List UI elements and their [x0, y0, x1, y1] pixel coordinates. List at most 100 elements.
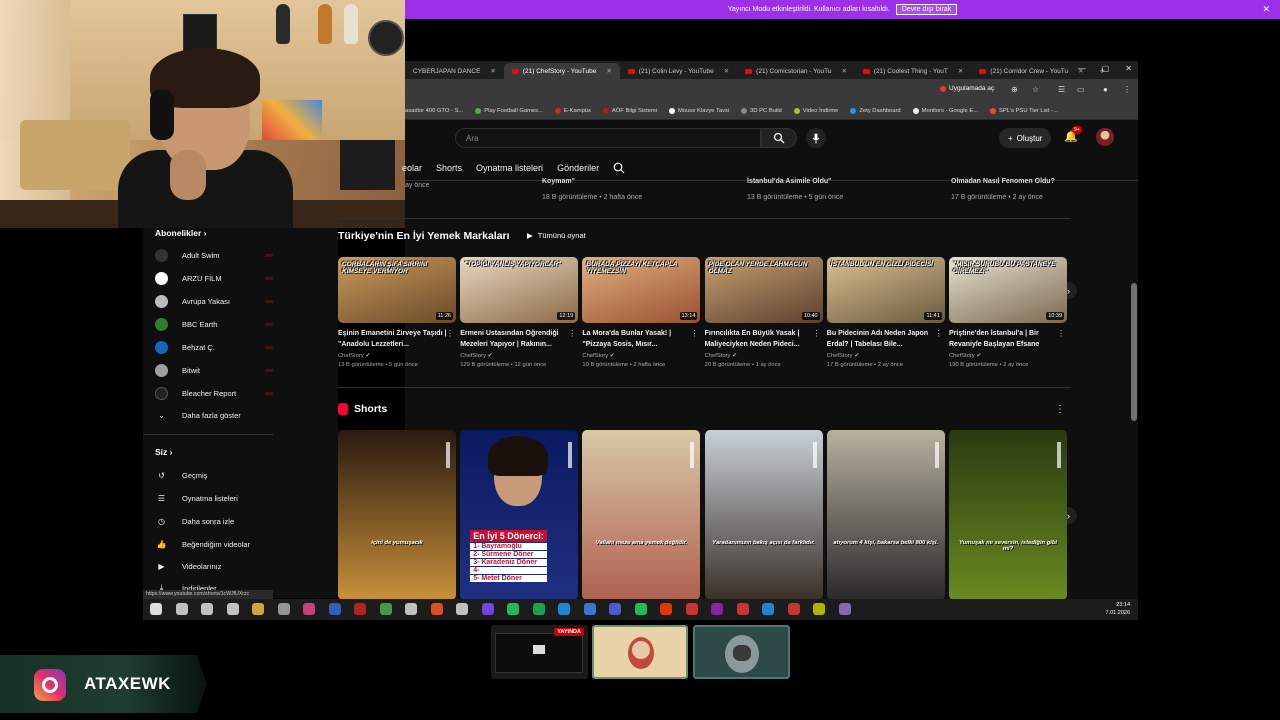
file-explorer-icon[interactable]: [226, 603, 239, 615]
sidebar-item-adult-swim[interactable]: Adult Swim: [155, 246, 275, 264]
short-card[interactable]: En İyi 5 Dönerci: 1- Bayramoğlu 2- Sürmene…: [460, 430, 579, 600]
video-thumbnail[interactable]: "TOPIĞI YANLIŞ YAPIYORLAR" 12:19: [460, 257, 579, 323]
channel-search-icon[interactable]: [613, 162, 625, 174]
spotify-icon[interactable]: [532, 603, 545, 615]
tab-videos[interactable]: eolar: [402, 163, 422, 173]
video-thumbnail[interactable]: PİDE OLAN YERDE LAHMACUN OLMAZ 10:40: [704, 257, 823, 323]
app-icon[interactable]: [558, 603, 570, 615]
sidebar-item-history[interactable]: ↺ Geçmiş: [155, 466, 275, 484]
sidebar-item-your-videos[interactable]: ▶ Videolarınız: [155, 557, 275, 575]
sidebar-item-arzu-film[interactable]: ARZU FİLM: [155, 269, 275, 287]
more-options-icon[interactable]: ⋮: [935, 329, 943, 338]
maximize-icon[interactable]: ▢: [1102, 64, 1110, 73]
disable-streamer-mode-button[interactable]: Devre dışı bırak: [895, 4, 958, 15]
video-title[interactable]: Ermeni Ustasından Öğrendiği Mezeleri Yap…: [460, 329, 570, 351]
task-view-icon[interactable]: [201, 603, 213, 615]
folder-icon[interactable]: [252, 603, 264, 615]
video-thumbnail[interactable]: İSTANBUL'UN EN GİZLİ PİDECİSİ 11:41: [826, 257, 945, 323]
video-card[interactable]: "MISIR ŞURUBU BU PASTANEYE GİREMEZ!" 10:3…: [949, 257, 1067, 368]
short-card[interactable]: içini de yumuşacık: [338, 430, 456, 600]
bookmark-star-icon[interactable]: ☆: [1032, 85, 1039, 94]
bookmark-item[interactable]: Video İndirme: [793, 108, 838, 114]
show-more-button[interactable]: ⌄ Daha fazla göster: [155, 406, 275, 424]
voice-search-button[interactable]: [806, 128, 826, 148]
video-title[interactable]: Bu Pidecinin Adı Neden Japon Erdal? | Ta…: [827, 329, 937, 351]
short-card[interactable]: Yumuşak mı seversin, istediğin gibi mi?: [949, 430, 1067, 600]
sidebar-icon[interactable]: ▭: [1077, 85, 1085, 94]
app-icon[interactable]: [456, 603, 468, 615]
sidebar-item-bbc-earth[interactable]: BBC Earth: [155, 315, 275, 333]
video-thumbnail[interactable]: ÇORBALARIN ŞİFA SIRRINI KİMSEYE VERMİYOR…: [338, 257, 456, 323]
video-card[interactable]: ÇORBALARIN ŞİFA SIRRINI KİMSEYE VERMİYOR…: [338, 257, 456, 368]
whatsapp-icon[interactable]: [507, 603, 519, 615]
video-thumbnail[interactable]: "MISIR ŞURUBU BU PASTANEYE GİREMEZ!" 10:3…: [949, 257, 1067, 323]
sidebar-item-playlists[interactable]: ☰ Oynatma listeleri: [155, 489, 275, 507]
app-icon[interactable]: [736, 603, 749, 615]
more-options-icon[interactable]: ⋮: [1055, 404, 1065, 415]
discord-icon[interactable]: [609, 603, 621, 615]
video-card[interactable]: İSTANBUL'UN EN GİZLİ PİDECİSİ 11:41 Bu Pid…: [826, 257, 945, 368]
brave-icon[interactable]: [660, 603, 672, 615]
channel-name[interactable]: ChefStory ✔: [705, 353, 823, 359]
app-icon[interactable]: [430, 603, 443, 615]
short-card[interactable]: Vallahi meze ama yemek değildir.: [582, 430, 701, 600]
app-icon[interactable]: [685, 603, 698, 615]
app-icon[interactable]: [711, 603, 723, 615]
channel-name[interactable]: ChefStory ✔: [827, 353, 945, 359]
tab-colin-levy[interactable]: (21) Colin Levy - YouTube ✕: [620, 63, 737, 79]
video-card[interactable]: BURADA PİZZAYI KETÇAPLA YİYEMEZSİN 13:14 L…: [582, 257, 701, 368]
taskbar-clock[interactable]: 23:14 7.01.2026: [1106, 601, 1130, 618]
sidebar-item-avrupa-yakasi[interactable]: Avrupa Yakası: [155, 292, 275, 310]
sidebar-item-watch-later[interactable]: ◷ Daha sonra izle: [155, 512, 275, 530]
sidebar-item-behzat[interactable]: Behzat Ç.: [155, 338, 275, 356]
close-tab-icon[interactable]: ✕: [606, 67, 611, 75]
bookmark-item[interactable]: asadior 400 GTO - S...: [405, 108, 463, 114]
windows-start-icon[interactable]: [150, 603, 162, 615]
settings-icon[interactable]: [277, 603, 290, 615]
more-options-icon[interactable]: ⋮: [568, 329, 576, 338]
short-card[interactable]: Yaradanımızın bakış açısı da farklıdır.: [704, 430, 823, 600]
notifications-button[interactable]: 🔔 9+: [1064, 126, 1082, 143]
profile-icon[interactable]: ●: [1103, 85, 1108, 94]
close-tab-icon[interactable]: ✕: [490, 67, 495, 75]
bookmark-item[interactable]: SPL's PSU Tier List -...: [990, 108, 1058, 114]
avatar[interactable]: [1096, 128, 1114, 146]
tab-posts[interactable]: Gönderiler: [557, 163, 599, 173]
video-card[interactable]: PİDE OLAN YERDE LAHMACUN OLMAZ 10:40 Fırın…: [704, 257, 823, 368]
bookmark-item[interactable]: 3D PC Build: [741, 108, 782, 114]
more-options-icon[interactable]: ⋮: [446, 329, 454, 338]
open-in-app-button[interactable]: Uygulamada aç: [940, 85, 994, 92]
close-tab-icon[interactable]: ✕: [724, 67, 729, 75]
short-card[interactable]: atıyorum 4 kişi, bakarsa belki 800 kişi.: [826, 430, 945, 600]
steam-icon[interactable]: [328, 603, 341, 615]
app-icon[interactable]: [762, 603, 774, 615]
search-input[interactable]: Ara: [455, 128, 761, 148]
channel-name[interactable]: ChefStory ✔: [949, 353, 1067, 359]
subscriptions-heading[interactable]: Abonelikler ›: [155, 228, 207, 238]
close-tab-icon[interactable]: ✕: [841, 67, 846, 75]
app-icon[interactable]: [481, 603, 494, 615]
search-icon[interactable]: [175, 603, 188, 615]
sidebar-item-bleacher-report[interactable]: Bleacher Report: [155, 384, 275, 402]
whatsapp-icon[interactable]: [634, 603, 647, 615]
video-thumbnail[interactable]: BURADA PİZZAYI KETÇAPLA YİYEMEZSİN 13:14: [582, 257, 701, 323]
bookmark-item[interactable]: AÖF Bilgi Sistemi: [602, 108, 657, 114]
video-title[interactable]: Koymam": [542, 178, 575, 185]
app-icon[interactable]: [787, 603, 800, 615]
app-icon[interactable]: [405, 603, 417, 615]
scene-preview-gorilla[interactable]: [693, 625, 790, 679]
extensions-icon[interactable]: ⊕: [1011, 85, 1018, 94]
tab-comicstorian[interactable]: (21) Comicstorian - YouTu ✕: [737, 63, 855, 79]
search-button[interactable]: [761, 128, 797, 148]
sidebar-item-liked-videos[interactable]: 👍 Beğendiğim videolar: [155, 535, 275, 553]
channel-name[interactable]: ChefStory ✔: [338, 353, 456, 359]
scrollbar[interactable]: [1131, 283, 1137, 421]
section-title[interactable]: Türkiye'nin En İyi Yemek Markaları: [338, 230, 510, 242]
bookmark-item[interactable]: Mouse Klavye Tavsi: [669, 108, 729, 114]
figma-icon[interactable]: [303, 603, 315, 615]
tab-corridor-crew[interactable]: (21) Corridor Crew - YouTu ✕: [971, 63, 1091, 79]
close-window-icon[interactable]: ✕: [1125, 64, 1132, 73]
minimize-icon[interactable]: —: [1078, 64, 1086, 73]
more-options-icon[interactable]: ⋮: [813, 329, 821, 338]
menu-dots-icon[interactable]: ⋮: [1123, 85, 1131, 94]
